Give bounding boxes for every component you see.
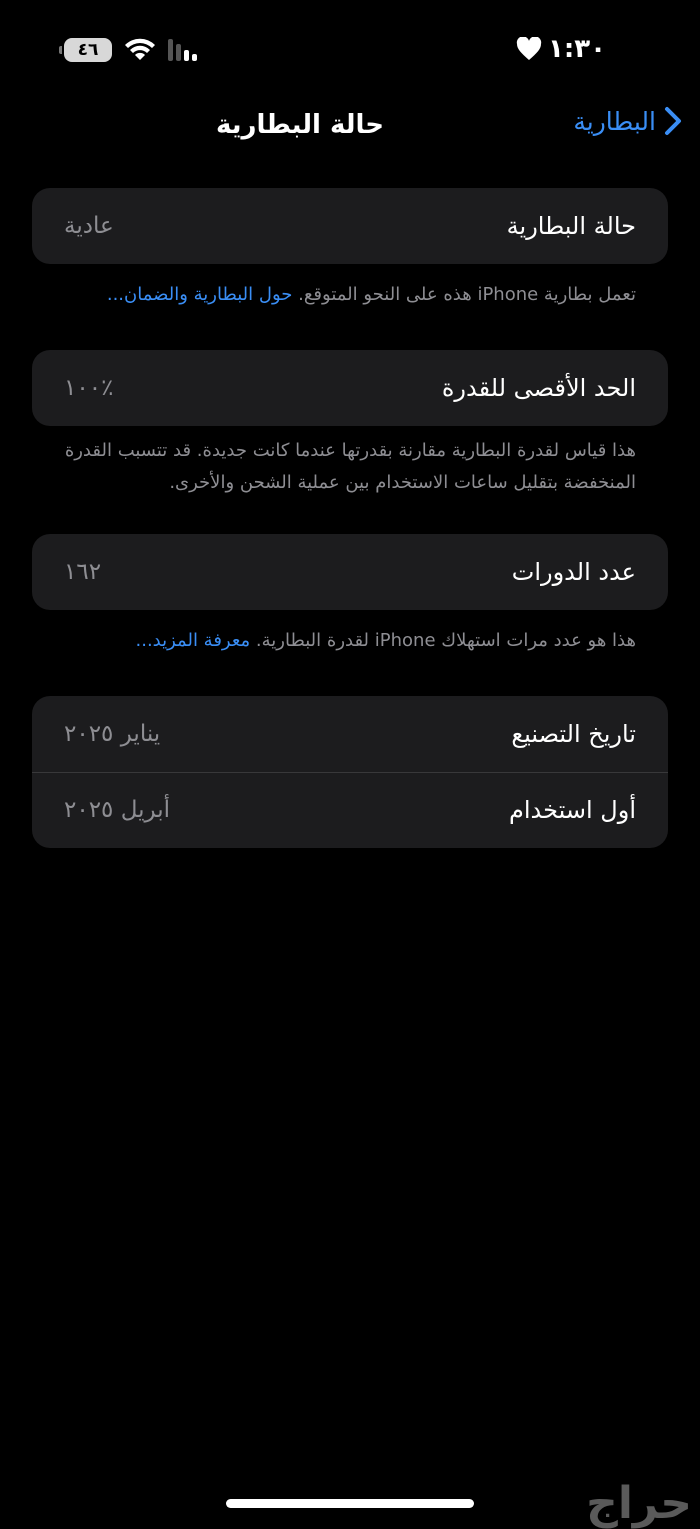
max-capacity-label: الحد الأقصى للقدرة — [441, 374, 636, 402]
dates-group: تاريخ التصنيع يناير ٢٠٢٥ أول استخدام أبر… — [32, 696, 668, 848]
battery-health-group: حالة البطارية عادية — [32, 188, 668, 264]
cycle-count-footnote: هذا هو عدد مرات استهلاك iPhone لقدرة الب… — [64, 625, 637, 657]
battery-health-label: حالة البطارية — [506, 212, 636, 240]
max-capacity-group: الحد الأقصى للقدرة ٪١٠٠ — [32, 350, 668, 426]
battery-warranty-link[interactable]: حول البطارية والضمان... — [107, 284, 293, 305]
battery-health-value: عادية — [64, 213, 114, 239]
heart-icon — [516, 37, 542, 60]
first-use-row: أول استخدام أبريل ٢٠٢٥ — [32, 772, 668, 848]
cycle-count-value: ١٦٢ — [64, 559, 102, 585]
max-capacity-footnote: هذا قياس لقدرة البطارية مقارنة بقدرتها ع… — [64, 440, 636, 493]
cellular-signal-icon — [168, 39, 197, 61]
first-use-label: أول استخدام — [509, 796, 636, 824]
chevron-right-icon — [665, 107, 681, 135]
battery-icon: ٤٦ — [59, 38, 112, 62]
navigation-bar: حالة البطارية البطارية — [0, 100, 700, 150]
battery-cap — [59, 46, 62, 54]
battery-level: ٤٦ — [77, 40, 99, 60]
battery-health-row: حالة البطارية عادية — [32, 188, 668, 264]
status-bar: ٤٦ ١:٣٠ — [0, 30, 700, 74]
home-indicator[interactable] — [226, 1499, 474, 1508]
learn-more-link[interactable]: معرفة المزيد... — [136, 630, 251, 651]
manufacture-date-row: تاريخ التصنيع يناير ٢٠٢٥ — [32, 696, 668, 772]
status-time: ١:٣٠ — [547, 34, 606, 64]
manufacture-date-value: يناير ٢٠٢٥ — [64, 721, 161, 747]
battery-health-footnote-text: تعمل بطارية iPhone هذه على النحو المتوقع… — [298, 284, 636, 305]
cycle-count-label: عدد الدورات — [511, 558, 636, 586]
cycle-count-group: عدد الدورات ١٦٢ — [32, 534, 668, 610]
page-title: حالة البطارية — [216, 110, 384, 140]
max-capacity-row: الحد الأقصى للقدرة ٪١٠٠ — [32, 350, 668, 426]
cycle-count-footnote-text: هذا هو عدد مرات استهلاك iPhone لقدرة الب… — [255, 630, 636, 651]
watermark-logo: حراج — [586, 1478, 692, 1529]
status-time-group: ١:٣٠ — [516, 34, 606, 64]
battery-health-footnote: تعمل بطارية iPhone هذه على النحو المتوقع… — [64, 279, 636, 311]
back-button[interactable]: البطارية — [573, 106, 682, 136]
cycle-count-row: عدد الدورات ١٦٢ — [32, 534, 668, 610]
first-use-value: أبريل ٢٠٢٥ — [64, 797, 171, 823]
manufacture-date-label: تاريخ التصنيع — [511, 720, 636, 748]
wifi-icon — [125, 38, 155, 60]
max-capacity-value: ٪١٠٠ — [64, 375, 114, 401]
back-label: البطارية — [573, 106, 656, 136]
status-indicators: ٤٦ — [59, 38, 197, 62]
